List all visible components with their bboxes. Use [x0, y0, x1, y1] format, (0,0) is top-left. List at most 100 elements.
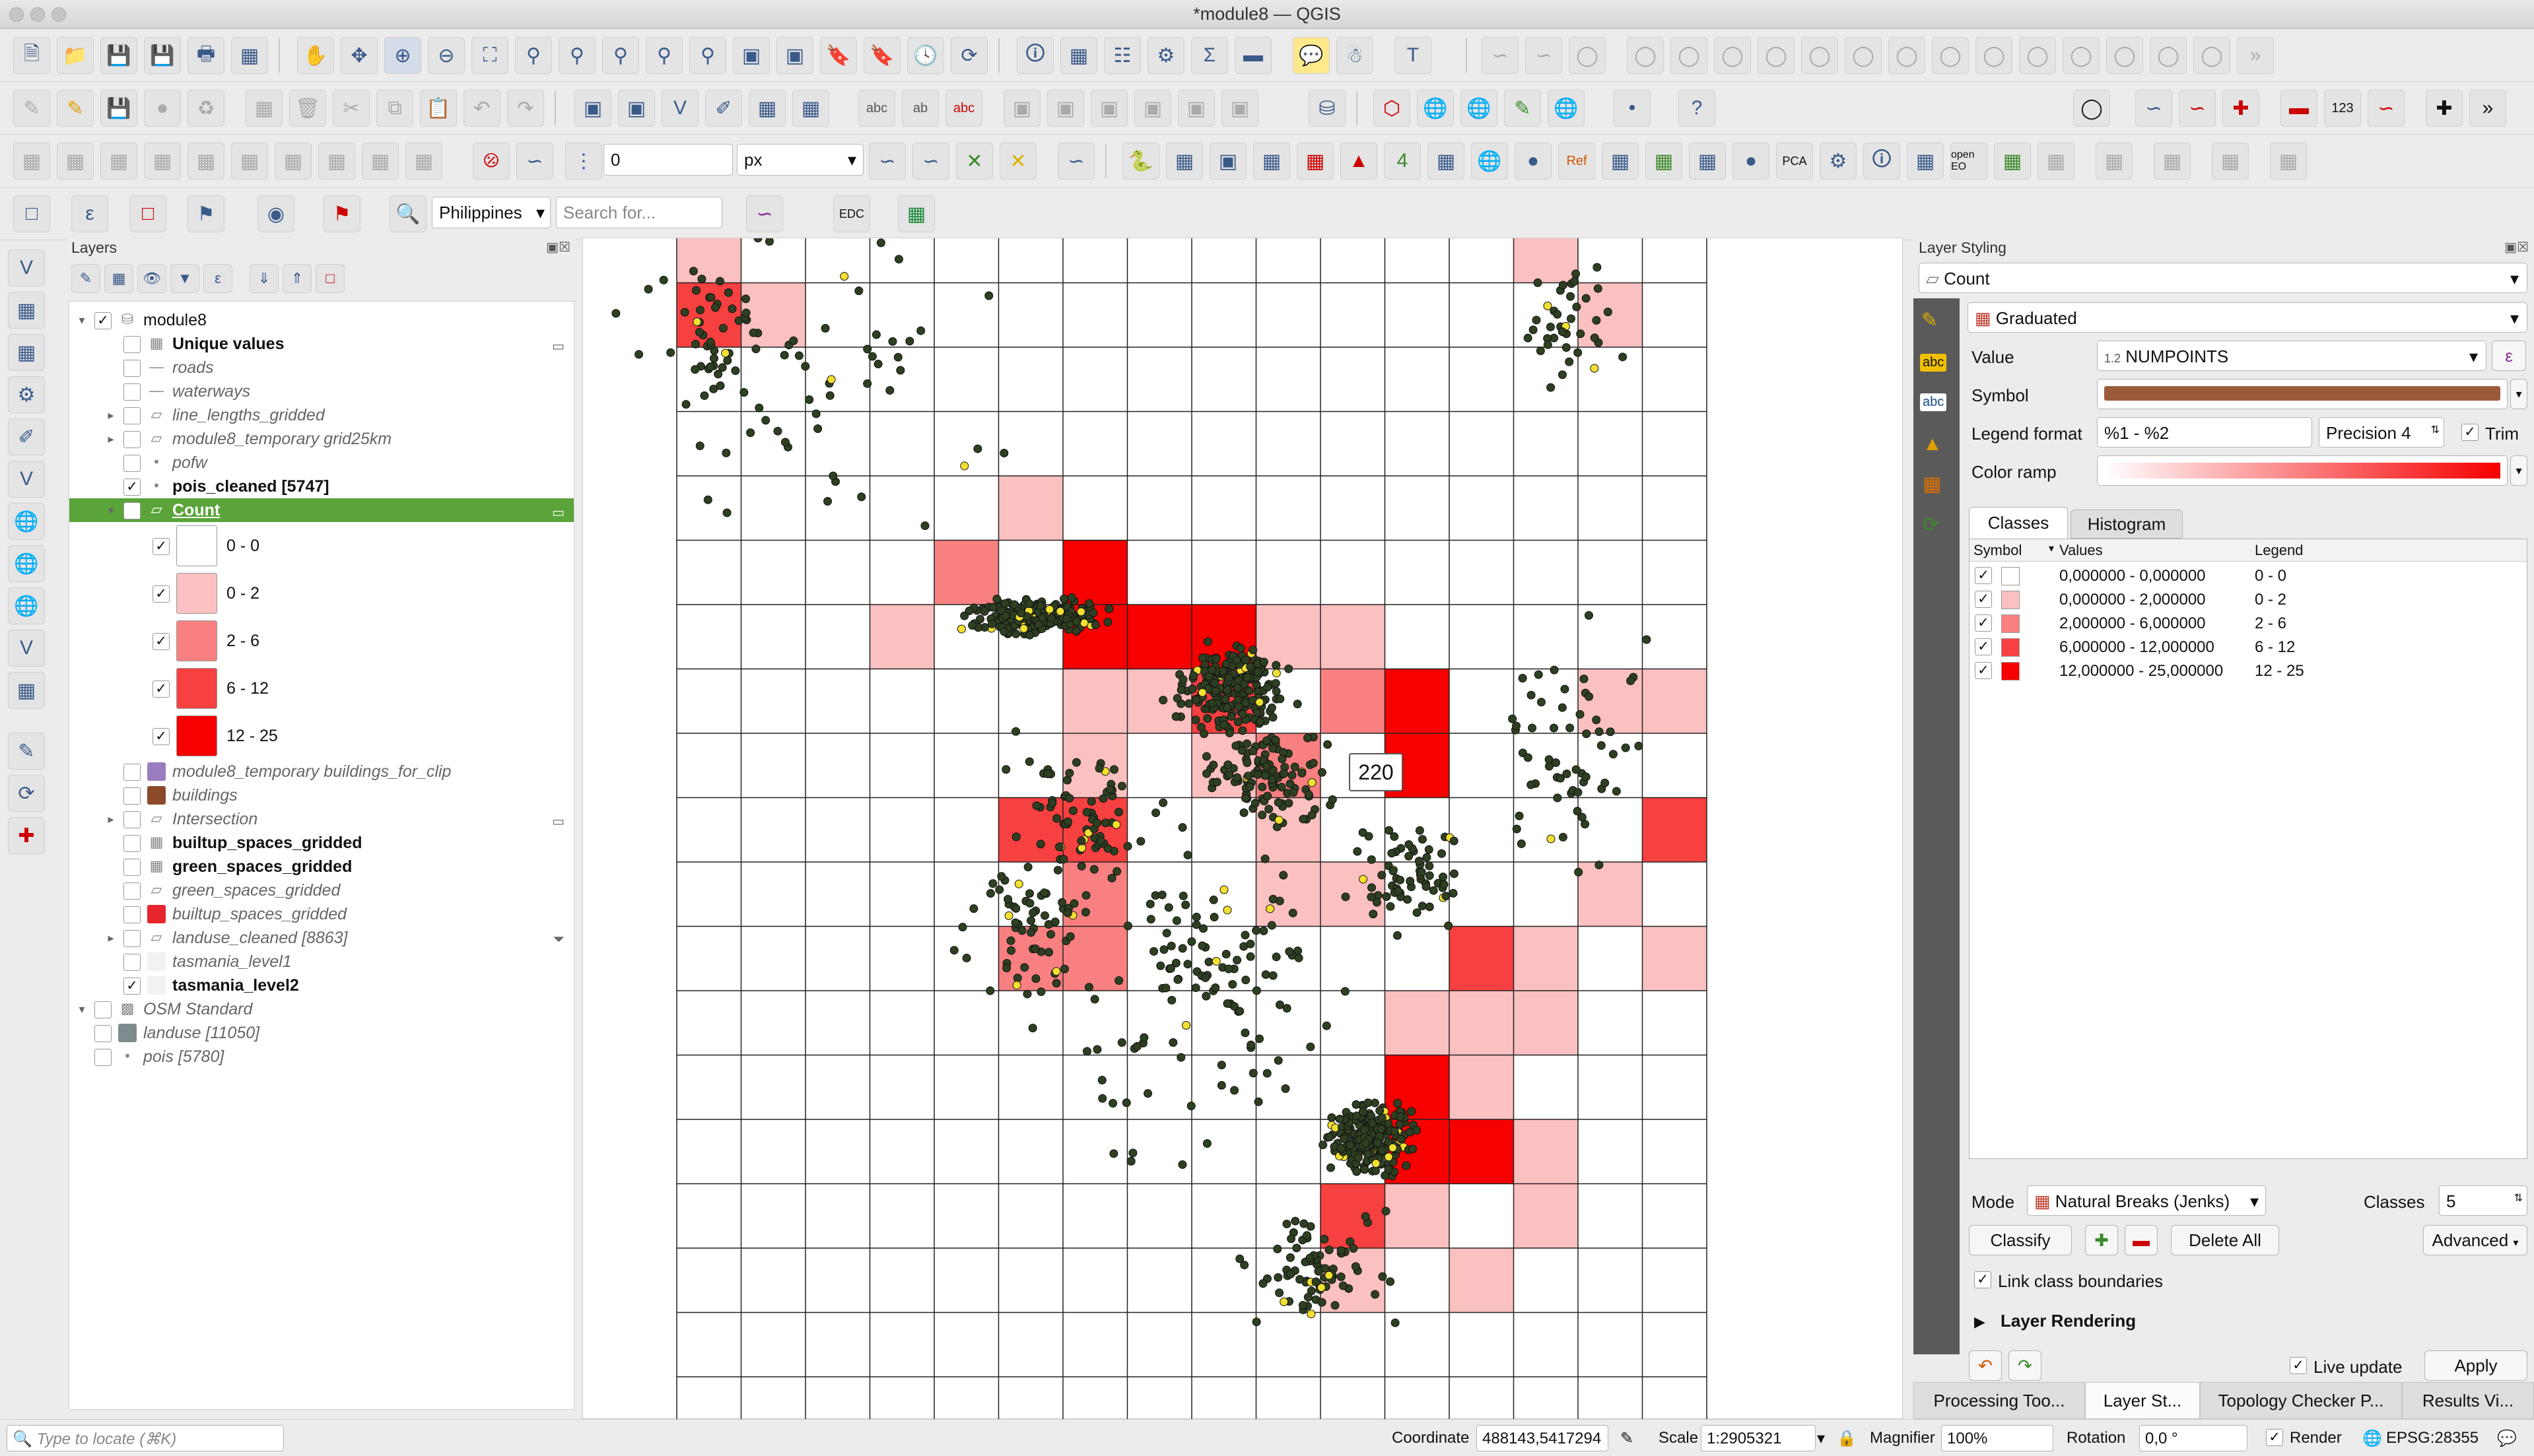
- open-project-icon[interactable]: 📁: [57, 37, 94, 74]
- layer-visibility-checkbox[interactable]: [123, 431, 141, 448]
- tracing-icon[interactable]: ✕: [1000, 143, 1037, 180]
- toggle-editing-icon[interactable]: ✎: [57, 90, 94, 127]
- current-edits-icon[interactable]: ✎: [13, 90, 50, 127]
- zoom-in-icon[interactable]: ⊕: [384, 37, 421, 74]
- refresh-icon[interactable]: ⟳: [951, 37, 988, 74]
- add-wcs-layer-icon[interactable]: 🌐: [8, 587, 45, 624]
- layer-visibility-checkbox[interactable]: [123, 906, 141, 923]
- zoom-to-layer-icon[interactable]: ⚲: [559, 37, 596, 74]
- grid-cell[interactable]: [1513, 1119, 1579, 1184]
- pin-labels-icon[interactable]: ab: [902, 90, 939, 127]
- expand-all-icon[interactable]: ⇓: [250, 264, 279, 293]
- reset-tool-icon[interactable]: ✚: [2426, 90, 2463, 127]
- grid-cell[interactable]: [1127, 605, 1192, 669]
- point-tool-icon[interactable]: ✚: [2222, 90, 2259, 127]
- layer-indicator-icon[interactable]: ▭: [552, 810, 565, 834]
- layer-row[interactable]: ▦ green_spaces_gridded: [69, 855, 574, 878]
- add-wms-layer-icon[interactable]: 🌐: [8, 503, 45, 540]
- gps-icon[interactable]: 🌐: [1548, 90, 1585, 127]
- symbol-dropdown-icon[interactable]: ▾: [2510, 379, 2527, 409]
- layer-row[interactable]: ▱ green_spaces_gridded: [69, 878, 574, 902]
- save-edits-icon[interactable]: 💾: [100, 90, 137, 127]
- new-3d-view-icon[interactable]: ▣: [776, 37, 813, 74]
- delete-part-icon[interactable]: ◯: [2063, 37, 2100, 74]
- reverse-line-icon[interactable]: ▦: [188, 143, 224, 180]
- new-shapefile-icon[interactable]: ▦: [8, 672, 45, 709]
- tab-processing-toolbox[interactable]: Processing Too...: [1913, 1382, 2085, 1419]
- layer-row[interactable]: ▸ ▱ module8_temporary grid25km: [69, 427, 574, 451]
- layer-row[interactable]: ▸ ▱ Intersection ▭: [69, 807, 574, 831]
- plugin-disabled3-icon[interactable]: ▦: [2154, 143, 2191, 180]
- 3d-view-tab-icon[interactable]: ▲: [1923, 433, 1942, 455]
- snap-intersections-icon[interactable]: ∽: [912, 143, 949, 180]
- statistics-sigma-icon[interactable]: Σ: [1191, 37, 1228, 74]
- xy-tool-icon[interactable]: ∽: [2135, 90, 2172, 127]
- topology-checker-icon[interactable]: ⬡: [1373, 90, 1410, 127]
- split-features-icon[interactable]: ◯: [1714, 37, 1751, 74]
- snapping-tolerance-field[interactable]: 0: [603, 144, 733, 176]
- avoid-overlap-icon[interactable]: ✕: [956, 143, 993, 180]
- layer-row[interactable]: module8_temporary buildings_for_clip: [69, 760, 574, 783]
- add-feature-icon[interactable]: ●: [144, 90, 181, 127]
- vertex-tool-icon[interactable]: ◯: [2106, 37, 2143, 74]
- layer-visibility-checkbox[interactable]: [94, 1049, 112, 1066]
- class-symbol-swatch[interactable]: [2001, 638, 2020, 657]
- collapse-all-icon[interactable]: ⇑: [283, 264, 312, 293]
- grid-cell[interactable]: [1063, 669, 1128, 734]
- processing-toolbox-icon[interactable]: ⚙: [1147, 37, 1184, 74]
- plugin-disabled5-icon[interactable]: ▦: [2270, 143, 2307, 180]
- grid-cell[interactable]: [1642, 797, 1707, 863]
- filter-legend-icon[interactable]: ▼: [170, 264, 199, 293]
- numbering-123-icon[interactable]: 123: [2324, 90, 2361, 127]
- grid-cell[interactable]: [1063, 733, 1128, 798]
- layer-select[interactable]: ▱ Count ▾: [1919, 263, 2527, 293]
- georeferencer-icon[interactable]: 🌐: [1417, 90, 1454, 127]
- select-features-icon[interactable]: □: [13, 195, 50, 232]
- layer-row[interactable]: ✓ 6 - 12: [69, 665, 574, 712]
- value-field-select[interactable]: 1.2 NUMPOINTS ▾: [2097, 341, 2486, 371]
- class-row[interactable]: ✓ 6,000000 - 12,000000 6 - 12: [1969, 636, 2527, 659]
- class-checkbox[interactable]: ✓: [1975, 591, 1992, 608]
- merge-attributes-icon[interactable]: ▦: [275, 143, 312, 180]
- link-class-boundaries-checkbox[interactable]: ✓: [1974, 1271, 1991, 1288]
- add-delimited-text-icon[interactable]: ✐: [705, 90, 742, 127]
- print-layout-icon[interactable]: 🖶: [188, 37, 224, 74]
- layer-row[interactable]: ▸ ▱ line_lengths_gridded: [69, 403, 574, 427]
- live-update-checkbox[interactable]: ✓: [2290, 1357, 2307, 1374]
- layer-visibility-checkbox[interactable]: ✓: [153, 633, 170, 650]
- layer-visibility-checkbox[interactable]: [123, 336, 141, 353]
- remove-class-icon[interactable]: ▬: [2125, 1225, 2158, 1255]
- redo-icon[interactable]: ↷: [507, 90, 544, 127]
- advanced-digitize-icon[interactable]: ▦: [13, 143, 50, 180]
- plugin-disabled4-icon[interactable]: ▦: [2212, 143, 2249, 180]
- offset-curve-icon[interactable]: ◯: [1670, 37, 1707, 74]
- crs-globe-icon[interactable]: 🌐: [2362, 1429, 2382, 1448]
- undo-icon[interactable]: ↶: [463, 90, 500, 127]
- search-input[interactable]: Search for...: [556, 197, 722, 228]
- mode-select[interactable]: ▦ Natural Breaks (Jenks) ▾: [2027, 1185, 2266, 1216]
- plugin-binoculars-icon[interactable]: ●: [1515, 143, 1552, 180]
- plugin-monitor-icon[interactable]: ▣: [1210, 143, 1247, 180]
- class-legend[interactable]: 2 - 6: [2255, 614, 2286, 633]
- render-checkbox[interactable]: ✓: [2266, 1429, 2283, 1446]
- expand-closed-icon[interactable]: ▸: [104, 807, 118, 831]
- diagram-properties-icon[interactable]: ▣: [1221, 90, 1258, 127]
- layer-indicator-icon[interactable]: ▭: [552, 335, 565, 358]
- save-project-icon[interactable]: 💾: [100, 37, 137, 74]
- add-raster-layer-icon[interactable]: ▦: [8, 292, 45, 329]
- grid-cell[interactable]: [1513, 218, 1579, 283]
- add-arcgis-layer-icon[interactable]: V: [8, 630, 45, 667]
- topological-editing-icon[interactable]: ∽: [869, 143, 906, 180]
- layer-visibility-checkbox[interactable]: [123, 407, 141, 424]
- class-symbol-swatch[interactable]: [2001, 567, 2020, 585]
- edc-icon[interactable]: EDC: [833, 195, 870, 232]
- layer-row[interactable]: ✓ 0 - 2: [69, 570, 574, 617]
- layer-visibility-checkbox[interactable]: [123, 954, 141, 971]
- plugin-layers-icon[interactable]: ▦: [1427, 143, 1464, 180]
- modify-attributes-icon[interactable]: ▦: [246, 90, 283, 127]
- grid-cell[interactable]: [1385, 669, 1450, 734]
- layer-visibility-checkbox[interactable]: [94, 1025, 112, 1042]
- tab-topology-checker[interactable]: Topology Checker P...: [2200, 1382, 2402, 1419]
- more-tools-icon[interactable]: ◯: [2193, 37, 2230, 74]
- rotation-spinbox[interactable]: 0,0 °: [2139, 1425, 2247, 1451]
